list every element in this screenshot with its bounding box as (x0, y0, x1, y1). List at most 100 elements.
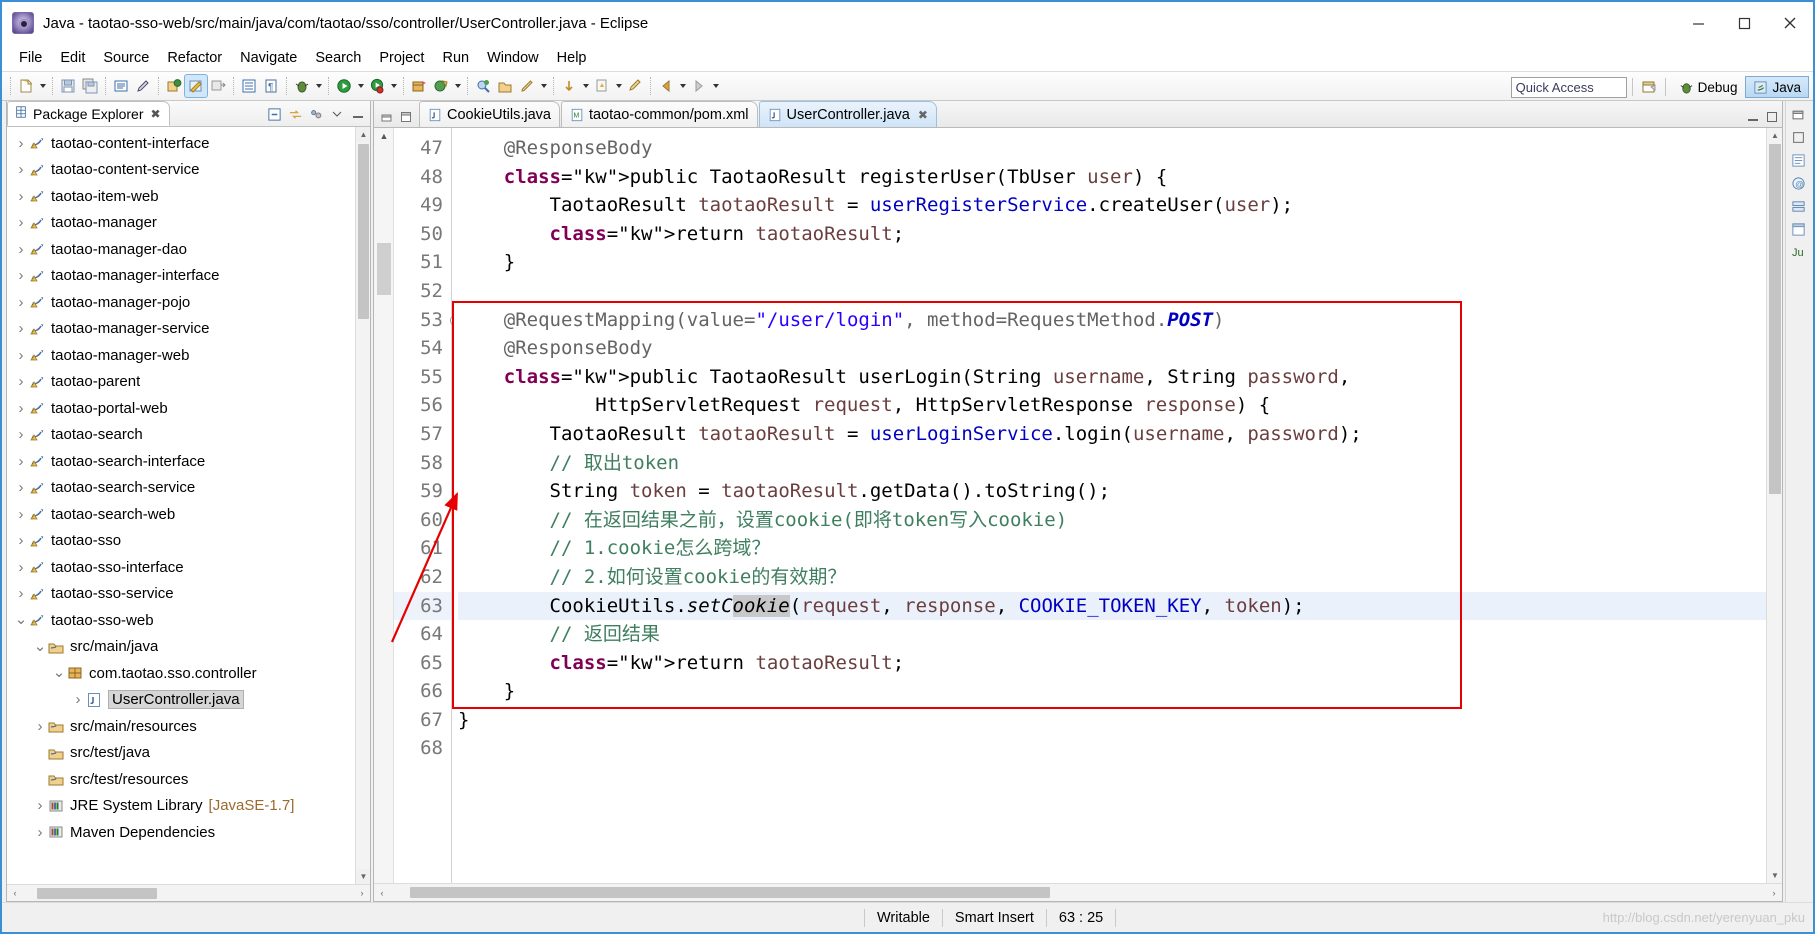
new-java-class-icon[interactable] (184, 74, 208, 98)
code-line[interactable]: HttpServletRequest request, HttpServletR… (458, 391, 1766, 420)
minimize-editor-icon[interactable] (1746, 110, 1759, 123)
code-line[interactable]: // 取出token (458, 449, 1766, 478)
tree-item-taotao-sso-interface[interactable]: ›! taotao-sso-interface (7, 554, 370, 581)
code-line[interactable]: @ResponseBody (458, 334, 1766, 363)
tree-item-taotao-manager-pojo[interactable]: ›! taotao-manager-pojo (7, 289, 370, 316)
perspective-debug[interactable]: Debug (1671, 76, 1746, 98)
next-annotation-dropdown-icon[interactable] (580, 75, 591, 97)
debug-icon[interactable] (291, 75, 313, 97)
run-icon[interactable] (333, 75, 355, 97)
scroll-up-icon[interactable]: ▲ (356, 127, 370, 142)
perspective-java[interactable]: Java (1745, 76, 1809, 98)
editor-vscroll-thumb[interactable] (1769, 144, 1781, 494)
scroll-right-icon[interactable]: › (354, 888, 370, 898)
view-menu-icon[interactable] (307, 105, 325, 123)
tree-item-taotao-item-web[interactable]: ›! taotao-item-web (7, 183, 370, 210)
tree-item-jre-system-library[interactable]: › JRE System Library [JavaSE-1.7] (7, 793, 370, 820)
chevron-right-icon[interactable]: › (13, 454, 29, 469)
tree-item-taotao-sso-service[interactable]: ›! taotao-sso-service (7, 581, 370, 608)
chevron-right-icon[interactable]: › (13, 295, 29, 310)
save-icon[interactable] (57, 75, 79, 97)
code-line[interactable]: class="kw">public TaotaoResult userLogin… (458, 363, 1766, 392)
next-annotation-icon[interactable] (558, 75, 580, 97)
editor-hscroll-thumb[interactable] (410, 887, 1050, 898)
scroll-left-icon[interactable]: ‹ (7, 888, 23, 898)
save-all-icon[interactable] (79, 75, 101, 97)
tree-item-taotao-search-service[interactable]: ›! taotao-search-service (7, 475, 370, 502)
chevron-right-icon[interactable]: › (13, 401, 29, 416)
code-line[interactable]: // 在返回结果之前，设置cookie(即将token写入cookie) (458, 506, 1766, 535)
tree-item-taotao-sso-web[interactable]: ⌄! taotao-sso-web (7, 607, 370, 634)
close-icon[interactable]: ✖ (918, 108, 928, 122)
menu-refactor[interactable]: Refactor (158, 48, 231, 68)
console-view-icon[interactable] (1789, 220, 1809, 238)
chevron-right-icon[interactable]: › (13, 268, 29, 283)
tree-vertical-scrollbar[interactable]: ▲ ▼ (355, 127, 370, 884)
edit-icon[interactable] (516, 75, 538, 97)
previous-annotation-icon[interactable] (591, 75, 613, 97)
chevron-right-icon[interactable]: › (13, 136, 29, 151)
chevron-right-icon[interactable]: › (13, 162, 29, 177)
restore-editor-icon[interactable] (380, 110, 393, 123)
menu-navigate[interactable]: Navigate (231, 48, 306, 68)
tree-item-taotao-search-web[interactable]: ›! taotao-search-web (7, 501, 370, 528)
code-line[interactable]: // 1.cookie怎么跨域？ (458, 534, 1766, 563)
scroll-down-icon[interactable]: ▼ (356, 869, 370, 884)
view-dropdown-icon[interactable] (328, 105, 346, 123)
editor-scroll-up-icon[interactable]: ▲ (374, 128, 394, 144)
tree-scroll-thumb[interactable] (358, 144, 369, 319)
print-icon[interactable] (110, 75, 132, 97)
close-button[interactable] (1767, 2, 1813, 44)
scroll-left-icon[interactable]: ‹ (374, 888, 390, 898)
chevron-right-icon[interactable]: › (13, 480, 29, 495)
editor-overview-left-ruler[interactable]: ▲ (374, 128, 394, 883)
tree-item-maven-dependencies[interactable]: › Maven Dependencies (7, 819, 370, 846)
code-line[interactable] (458, 734, 1766, 763)
link-with-editor-icon[interactable] (286, 105, 304, 123)
scroll-down-icon[interactable]: ▼ (1767, 868, 1783, 883)
maximize-rail-icon[interactable] (1789, 128, 1809, 146)
tree-item-src-test-resources[interactable]: src/test/resources (7, 766, 370, 793)
code-line[interactable]: class="kw">return taotaoResult; (458, 220, 1766, 249)
chevron-right-icon[interactable]: › (70, 692, 86, 707)
open-task-icon[interactable]: ¶ (260, 75, 282, 97)
code-line[interactable]: } (458, 677, 1766, 706)
code-line[interactable]: @ResponseBody (458, 134, 1766, 163)
tree-item-com-taotao-sso-controller[interactable]: ⌄ com.taotao.sso.controller (7, 660, 370, 687)
new-package-icon[interactable] (408, 75, 430, 97)
new-java-project-icon[interactable] (163, 75, 185, 97)
scroll-up-icon[interactable]: ▲ (1767, 128, 1783, 143)
chevron-right-icon[interactable]: › (13, 533, 29, 548)
maximize-editor-icon[interactable] (399, 110, 412, 123)
chevron-right-icon[interactable]: › (13, 586, 29, 601)
tree-item-taotao-manager[interactable]: ›! taotao-manager (7, 210, 370, 237)
chevron-right-icon[interactable]: › (13, 215, 29, 230)
toggle-mark-occurrences-icon[interactable] (132, 75, 154, 97)
scroll-right-icon[interactable]: › (1766, 888, 1782, 898)
editor-hscroll-track[interactable] (390, 884, 1766, 901)
chevron-right-icon[interactable]: › (13, 507, 29, 522)
chevron-right-icon[interactable]: › (13, 321, 29, 336)
chevron-right-icon[interactable]: › (13, 374, 29, 389)
external-tools-dropdown-icon[interactable] (388, 75, 399, 97)
open-type-icon[interactable] (238, 75, 260, 97)
maximize-button[interactable] (1721, 2, 1767, 44)
back-dropdown-icon[interactable] (677, 75, 688, 97)
tree-item-taotao-manager-web[interactable]: ›! taotao-manager-web (7, 342, 370, 369)
restore-rail-icon[interactable] (1789, 105, 1809, 123)
code-line[interactable]: // 2.如何设置cookie的有效期？ (458, 563, 1766, 592)
chevron-down-icon[interactable]: ⌄ (13, 612, 29, 627)
tree-hscroll-thumb[interactable] (37, 887, 157, 899)
tree-hscroll-track[interactable] (23, 885, 354, 902)
forward-dropdown-icon[interactable] (710, 75, 721, 97)
chevron-right-icon[interactable]: › (13, 560, 29, 575)
menu-edit[interactable]: Edit (51, 48, 94, 68)
chevron-right-icon[interactable]: › (32, 719, 48, 734)
menu-window[interactable]: Window (478, 48, 548, 68)
code-line[interactable]: // 返回结果 (458, 620, 1766, 649)
back-icon[interactable] (655, 75, 677, 97)
menu-help[interactable]: Help (548, 48, 596, 68)
outline-view-icon[interactable] (1789, 151, 1809, 169)
open-perspective-icon[interactable] (1638, 76, 1660, 98)
task-list-view-icon[interactable]: @ (1789, 174, 1809, 192)
